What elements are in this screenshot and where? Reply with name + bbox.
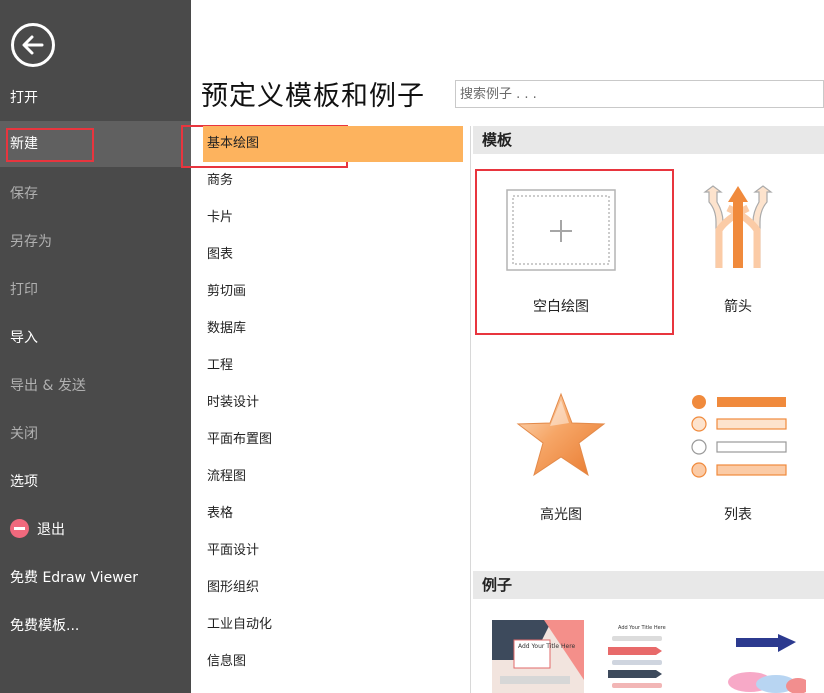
exit-icon — [10, 519, 29, 538]
back-button[interactable] — [11, 23, 55, 67]
panel-divider — [470, 126, 471, 693]
example-thumb-3-graphic — [728, 634, 806, 693]
category-graphic-organizer[interactable]: 图形组织 — [203, 570, 463, 606]
example-thumb-2-graphic: Add Your Title Here — [608, 625, 666, 688]
category-table[interactable]: 表格 — [203, 496, 463, 532]
highlight-star-icon — [516, 392, 606, 477]
sidebar-item-print[interactable]: 打印 — [0, 267, 191, 313]
category-floor-plan[interactable]: 平面布置图 — [203, 422, 463, 458]
category-basic-drawing[interactable]: 基本绘图 — [203, 126, 463, 162]
templates-section-header: 模板 — [473, 126, 824, 154]
category-fashion-design[interactable]: 时装设计 — [203, 385, 463, 421]
sidebar-item-export-send[interactable]: 导出 & 发送 — [0, 363, 191, 409]
category-graphic-design[interactable]: 平面设计 — [203, 533, 463, 569]
category-database[interactable]: 数据库 — [203, 311, 463, 347]
example-thumb-2[interactable]: Add Your Title Here — [588, 620, 678, 693]
example-thumb-1[interactable]: Add Your Title Here — [492, 620, 584, 693]
sidebar-item-save[interactable]: 保存 — [0, 171, 191, 217]
template-arrows[interactable]: 箭头 — [653, 170, 823, 330]
template-label-arrows: 箭头 — [724, 299, 752, 315]
blank-drawing-icon — [506, 189, 616, 271]
category-business[interactable]: 商务 — [203, 163, 463, 199]
backstage-sidebar: 打开 新建 保存 另存为 打印 导入 导出 & 发送 关闭 选项 退出 免费 E… — [0, 0, 191, 693]
list-icon — [691, 395, 787, 478]
template-label-blank-drawing: 空白绘图 — [533, 299, 589, 315]
back-arrow-icon — [22, 35, 44, 55]
sidebar-item-close[interactable]: 关闭 — [0, 411, 191, 457]
category-clipart[interactable]: 剪切画 — [203, 274, 463, 310]
example-thumb-1-graphic: Add Your Title Here — [492, 620, 584, 693]
template-list[interactable]: 列表 — [653, 378, 823, 538]
category-industrial-automation[interactable]: 工业自动化 — [203, 607, 463, 643]
example-thumb-1-title: Add Your Title Here — [518, 643, 576, 650]
examples-section-header: 例子 — [473, 571, 824, 599]
template-label-highlight-chart: 高光图 — [540, 507, 582, 523]
page-title: 预定义模板和例子 — [201, 81, 425, 112]
category-chart[interactable]: 图表 — [203, 237, 463, 273]
category-engineering[interactable]: 工程 — [203, 348, 463, 384]
template-blank-drawing[interactable]: 空白绘图 — [476, 170, 646, 330]
sidebar-item-import[interactable]: 导入 — [0, 315, 191, 361]
sidebar-item-edraw-viewer[interactable]: 免费 Edraw Viewer — [0, 555, 191, 601]
sidebar-item-new[interactable]: 新建 — [0, 121, 191, 167]
template-highlight-chart[interactable]: 高光图 — [476, 378, 646, 538]
category-card[interactable]: 卡片 — [203, 200, 463, 236]
sidebar-item-options[interactable]: 选项 — [0, 459, 191, 505]
category-list: 基本绘图 商务 卡片 图表 剪切画 数据库 工程 时装设计 平面布置图 流程图 … — [203, 126, 463, 693]
category-infographic[interactable]: 信息图 — [203, 644, 463, 680]
sidebar-item-open[interactable]: 打开 — [0, 75, 191, 121]
example-thumb-2-title: Add Your Title Here — [618, 625, 666, 631]
template-label-list: 列表 — [724, 507, 752, 523]
category-flowchart[interactable]: 流程图 — [203, 459, 463, 495]
sidebar-item-free-templates[interactable]: 免费模板... — [0, 603, 191, 649]
arrows-icon — [703, 185, 773, 268]
example-thumb-3[interactable] — [716, 620, 806, 693]
sidebar-item-exit[interactable]: 退出 — [0, 507, 191, 553]
sidebar-item-save-as[interactable]: 另存为 — [0, 219, 191, 265]
search-examples-input[interactable] — [455, 80, 824, 108]
